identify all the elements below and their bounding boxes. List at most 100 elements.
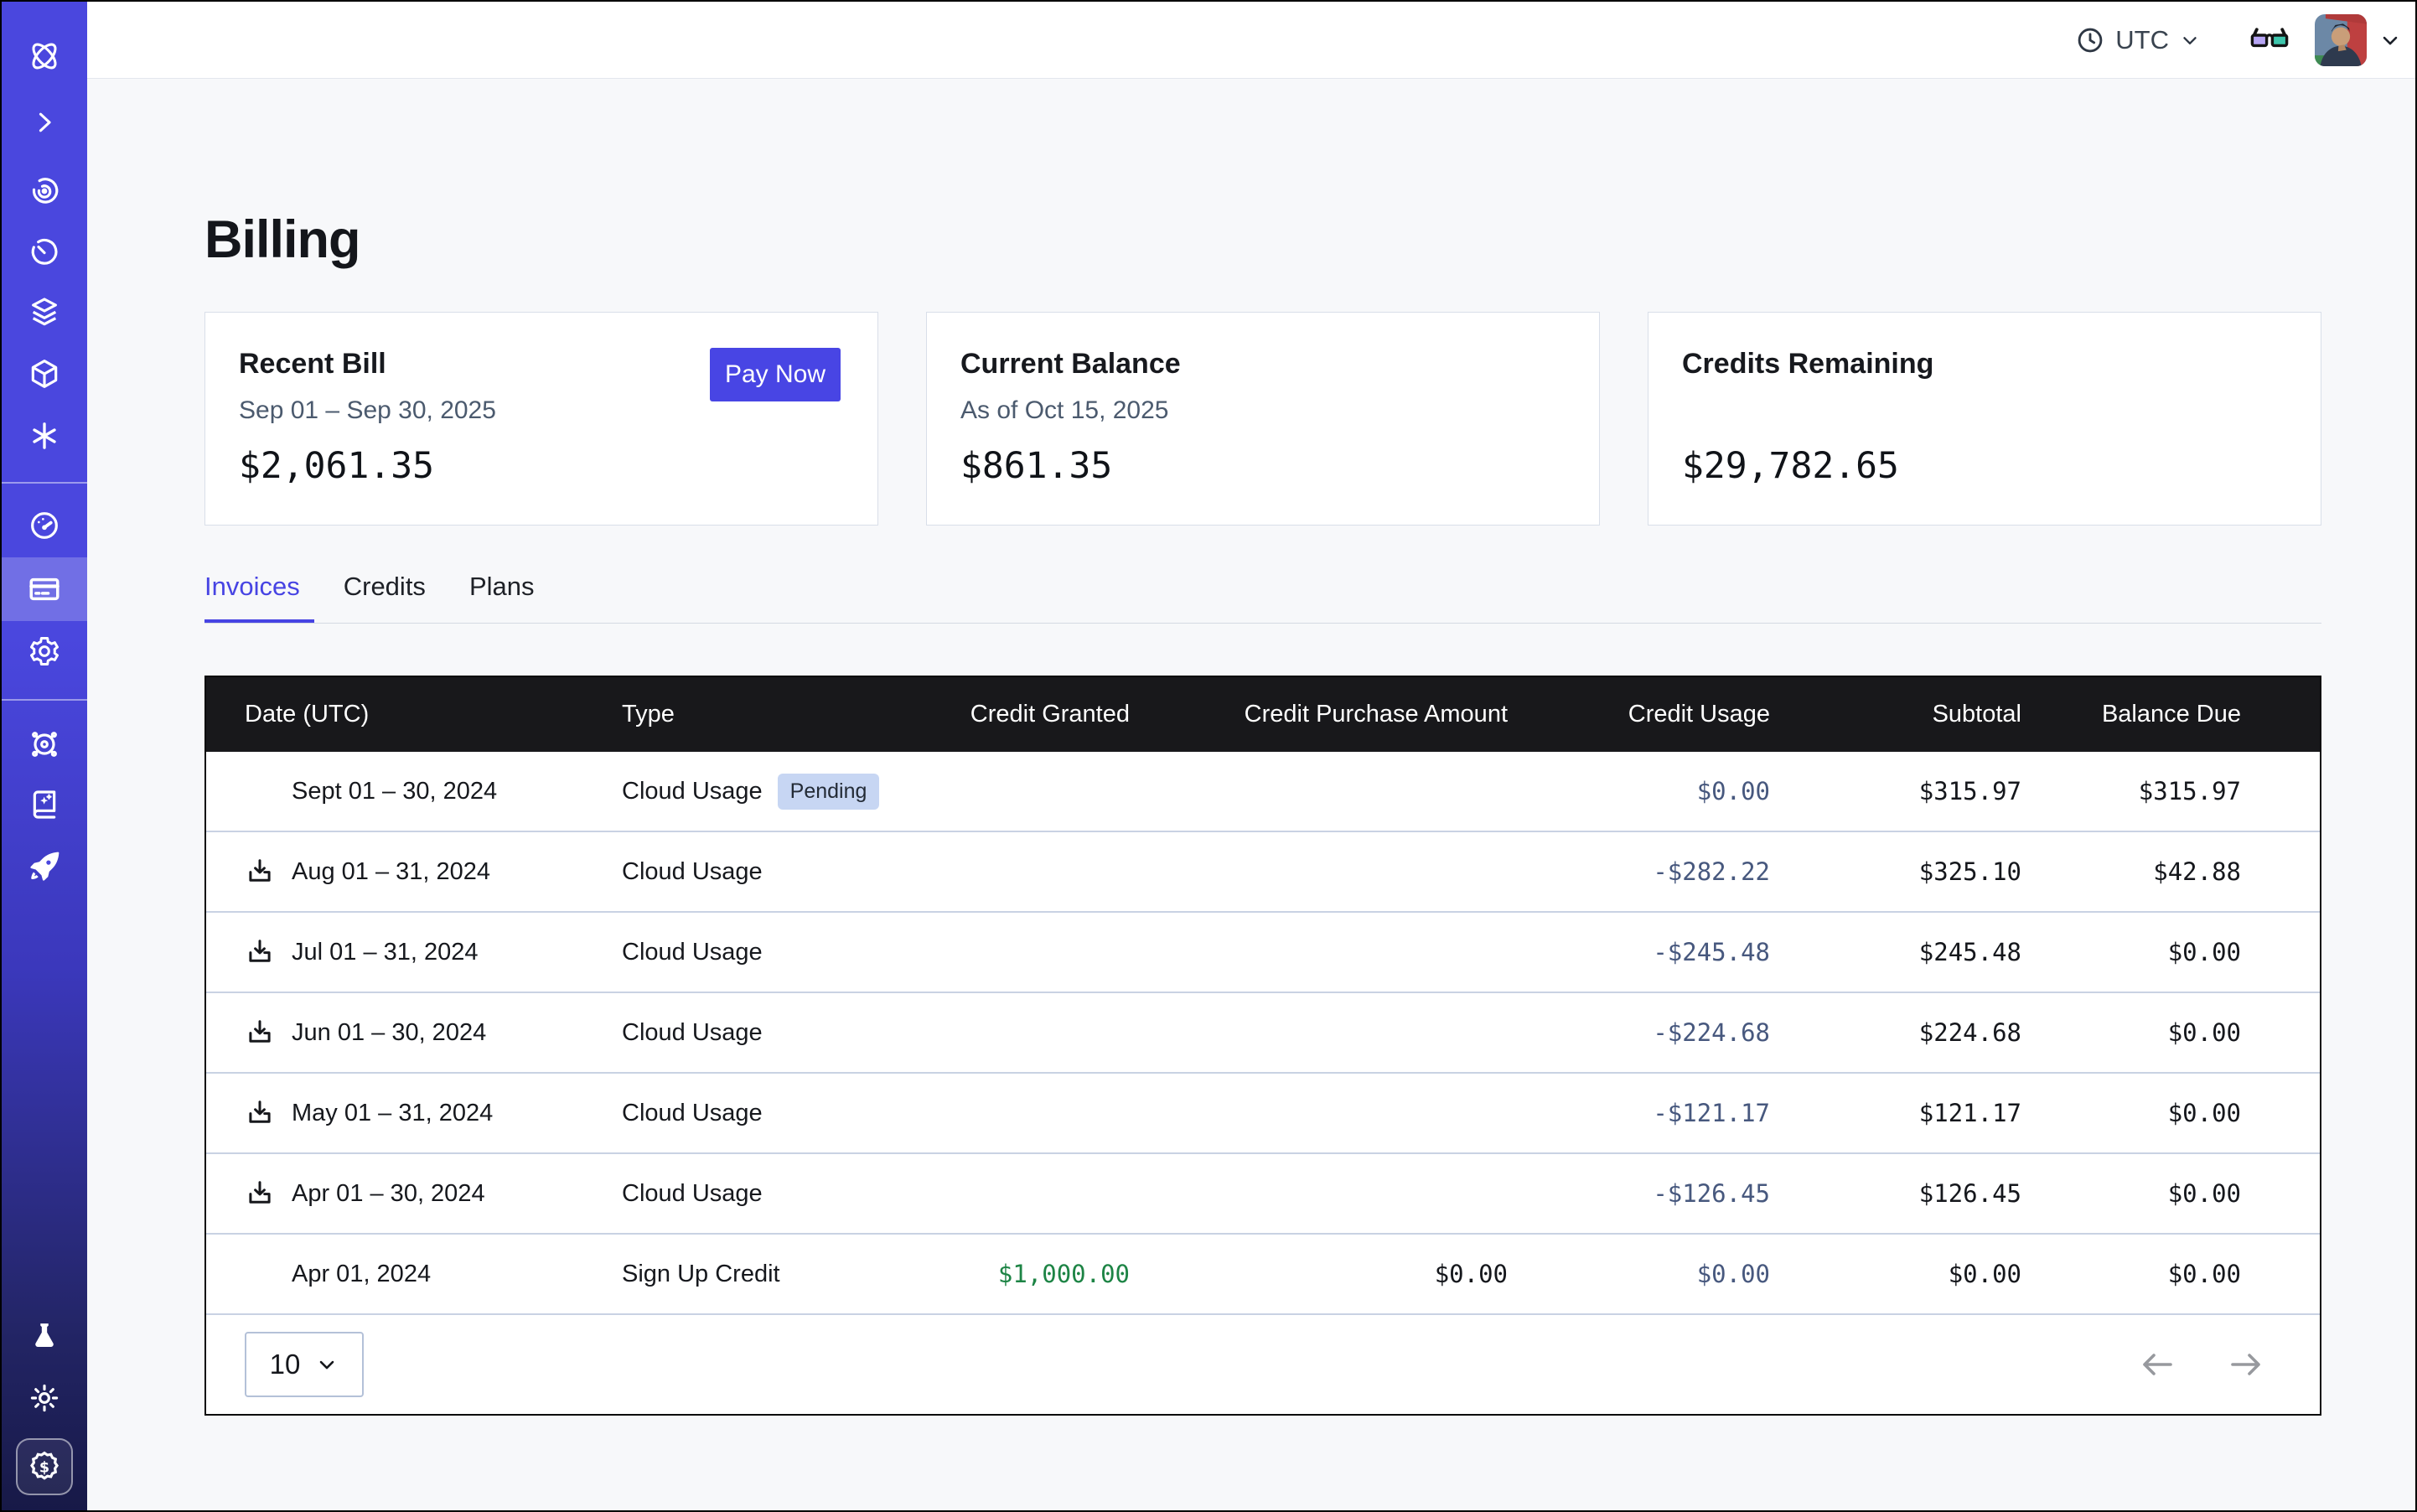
subtotal-value: $0.00 — [1770, 1260, 2021, 1288]
theme-sun-icon[interactable] — [2, 1366, 87, 1430]
prev-page-button[interactable] — [2137, 1344, 2177, 1385]
subtotal-value: $224.68 — [1770, 1018, 2021, 1047]
invoice-type: Cloud Usage — [622, 1019, 763, 1047]
column-header-credit-purchase-amount: Credit Purchase Amount — [1130, 701, 1508, 728]
invoice-type-cell: Cloud Usage — [622, 1019, 922, 1047]
page-size-value: 10 — [270, 1349, 301, 1380]
invoice-date-cell: Sept 01 – 30, 2024 — [206, 778, 622, 805]
download-invoice-button[interactable] — [245, 937, 275, 967]
credit-usage-value: -$121.17 — [1508, 1099, 1770, 1127]
table-header: Date (UTC)TypeCredit GrantedCredit Purch… — [206, 677, 2320, 752]
credit-usage-value: -$224.68 — [1508, 1018, 1770, 1047]
invoice-date: Aug 01 – 31, 2024 — [292, 858, 490, 886]
rocket-icon[interactable] — [2, 835, 87, 898]
download-invoice-button[interactable] — [245, 1017, 275, 1048]
page-size-select[interactable]: 10 — [245, 1332, 364, 1397]
invoice-date: May 01 – 31, 2024 — [292, 1100, 493, 1127]
invoice-row: Apr 01 – 30, 2024Cloud Usage -$126.45$126… — [206, 1154, 2320, 1235]
card-title: Credits Remaining — [1682, 348, 1933, 381]
card-subtitle: Sep 01 – Sep 30, 2025 — [239, 396, 496, 425]
download-slot — [245, 1178, 292, 1209]
helm-icon[interactable] — [2, 712, 87, 776]
tab-invoices[interactable]: Invoices — [204, 572, 300, 622]
download-invoice-button[interactable] — [245, 857, 275, 887]
invoice-date: Jun 01 – 30, 2024 — [292, 1019, 486, 1047]
asterisk-icon[interactable] — [2, 404, 87, 468]
expand-sidebar-chevron-icon[interactable] — [2, 91, 87, 154]
glasses-icon[interactable] — [2249, 20, 2290, 60]
balance-due-value: $0.00 — [2021, 1260, 2241, 1288]
current-balance-card: Current Balance As of Oct 15, 2025 $861.… — [926, 312, 1600, 526]
account-menu-caret[interactable] — [2378, 28, 2402, 52]
table-body: Sept 01 – 30, 2024Cloud UsagePending$0.0… — [206, 752, 2320, 1315]
chevron-down-icon — [315, 1353, 339, 1376]
invoice-date: Apr 01, 2024 — [292, 1261, 431, 1288]
card-title: Recent Bill — [239, 348, 386, 381]
rings-icon[interactable] — [2, 159, 87, 223]
invoice-row: Sept 01 – 30, 2024 Cloud UsagePending $0.0… — [206, 752, 2320, 832]
billing-tabs: Invoices Credits Plans — [204, 572, 534, 622]
invoice-date-cell: Jul 01 – 31, 2024 — [206, 937, 622, 967]
download-slot — [245, 1017, 292, 1048]
column-header-credit-usage: Credit Usage — [1508, 701, 1770, 728]
invoice-type: Cloud Usage — [622, 1180, 763, 1208]
chevron-down-icon — [2179, 29, 2201, 51]
invoice-date-cell: Jun 01 – 30, 2024 — [206, 1017, 622, 1048]
settings-gear-icon[interactable] — [2, 619, 87, 683]
invoice-row: Jun 01 – 30, 2024 Cloud Usage -$224.68$224… — [206, 993, 2320, 1074]
invoice-type-cell: Sign Up Credit — [622, 1261, 922, 1288]
download-icon — [245, 1098, 275, 1128]
next-page-button[interactable] — [2226, 1344, 2266, 1385]
topbar: UTC — [87, 2, 2415, 79]
card-amount: $29,782.65 — [1682, 445, 1899, 487]
tab-credits[interactable]: Credits — [344, 572, 426, 622]
status-badge: Pending — [778, 774, 880, 810]
credit-usage-value: -$126.45 — [1508, 1179, 1770, 1208]
subtotal-value: $121.17 — [1770, 1099, 2021, 1127]
balance-due-value: $42.88 — [2021, 857, 2241, 886]
pay-now-button[interactable]: Pay Now — [710, 348, 841, 401]
gauge-icon[interactable] — [2, 494, 87, 557]
balance-due-value: $315.97 — [2021, 777, 2241, 805]
invoices-table: Date (UTC)TypeCredit GrantedCredit Purch… — [204, 676, 2321, 1416]
layers-icon[interactable] — [2, 280, 87, 344]
clock-icon — [2075, 25, 2105, 55]
timezone-selector[interactable]: UTC — [2075, 25, 2201, 55]
tab-plans[interactable]: Plans — [469, 572, 535, 622]
card-title: Current Balance — [960, 348, 1181, 381]
card-amount: $861.35 — [960, 445, 1112, 487]
download-slot — [245, 937, 292, 967]
timer-icon[interactable] — [2, 220, 87, 283]
logo-icon[interactable] — [2, 24, 87, 88]
column-header-balance-due: Balance Due — [2021, 701, 2241, 728]
pagination: 10 — [206, 1315, 2320, 1414]
svg-text:$: $ — [39, 1459, 49, 1476]
invoice-type-cell: Cloud UsagePending — [622, 774, 922, 810]
invoice-type: Cloud Usage — [622, 939, 763, 966]
invoice-type: Cloud Usage — [622, 1100, 763, 1127]
invoice-row: Jul 01 – 31, 2024Cloud Usage-$245.48$245… — [206, 913, 2320, 993]
avatar[interactable] — [2315, 14, 2367, 66]
credits-badge-button[interactable]: $ — [16, 1438, 73, 1495]
sidebar: $ — [2, 2, 87, 1510]
column-header-type: Type — [622, 701, 922, 728]
docs-book-icon[interactable] — [2, 773, 87, 836]
balance-due-value: $0.00 — [2021, 1099, 2241, 1127]
invoice-date-cell: May 01 – 31, 2024 — [206, 1098, 622, 1128]
invoice-type-cell: Cloud Usage — [622, 1180, 922, 1208]
subtotal-value: $126.45 — [1770, 1179, 2021, 1208]
billing-page: $ UTC — [0, 0, 2417, 1512]
credit-usage-value: $0.00 — [1508, 777, 1770, 805]
cube-icon[interactable] — [2, 342, 87, 406]
download-invoice-button[interactable] — [245, 1178, 275, 1209]
sidebar-item-billing[interactable] — [2, 557, 87, 621]
download-icon — [245, 1017, 275, 1048]
invoice-date: Jul 01 – 31, 2024 — [292, 939, 479, 966]
credit-purchase-value: $0.00 — [1130, 1260, 1508, 1288]
invoice-date-cell: Apr 01 – 30, 2024 — [206, 1178, 622, 1209]
download-invoice-button[interactable] — [245, 1098, 275, 1128]
invoice-row: Apr 01, 2024Sign Up Credit$1,000.00$0.00… — [206, 1235, 2320, 1315]
invoice-date: Sept 01 – 30, 2024 — [292, 778, 497, 805]
invoice-row: May 01 – 31, 2024 Cloud Usage -$121.17$121… — [206, 1074, 2320, 1154]
flask-icon[interactable] — [2, 1304, 87, 1368]
